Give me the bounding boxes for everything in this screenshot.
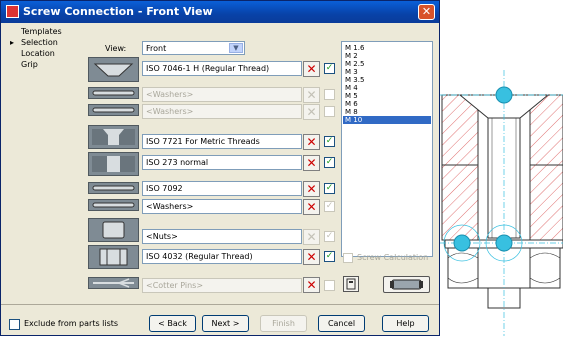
- nut-icon: [102, 221, 125, 239]
- remove-countersink-button[interactable]: ✕: [303, 134, 320, 150]
- thread-size-list[interactable]: M 1.6 M 2 M 2.5 M 3 M 3.5 M 4 M 5 M 6 M …: [341, 41, 433, 257]
- nav-item-label: Selection: [21, 38, 58, 47]
- screw-checkbox[interactable]: ✓: [324, 63, 335, 74]
- hole-checkbox[interactable]: ✓: [324, 157, 335, 168]
- washer-thumbnail[interactable]: [88, 182, 139, 194]
- view-select[interactable]: Front ▼: [142, 41, 245, 55]
- list-item[interactable]: M 3.5: [343, 76, 431, 84]
- countersunk-hole-thumbnail[interactable]: [88, 125, 139, 149]
- remove-washer-3-button[interactable]: ✕: [303, 181, 320, 197]
- checkbox-box[interactable]: [9, 319, 20, 330]
- remove-nut-button[interactable]: ✕: [303, 229, 320, 245]
- list-item[interactable]: M 4: [343, 84, 431, 92]
- calculator-icon: [346, 278, 356, 290]
- hex-nut-thumbnail[interactable]: [88, 245, 139, 269]
- app-icon: [6, 5, 19, 18]
- countersink-field[interactable]: ISO 7721 For Metric Threads: [142, 134, 302, 149]
- washer-thumbnail[interactable]: [88, 87, 139, 99]
- next-button[interactable]: Next >: [202, 315, 249, 332]
- nav-item-label: Templates: [21, 27, 62, 36]
- help-button[interactable]: Help: [382, 315, 429, 332]
- hex-nut-field[interactable]: ISO 4032 (Regular Thread): [142, 249, 302, 264]
- screw-calculation-label: Screw Calculation: [357, 253, 429, 262]
- view-select-value: Front: [146, 44, 167, 53]
- nut-field[interactable]: <Nuts>: [142, 229, 302, 244]
- remove-washer-1-button[interactable]: ✕: [303, 87, 320, 103]
- washer-field-1[interactable]: <Washers>: [142, 87, 302, 102]
- washer-icon: [92, 107, 135, 113]
- screw-connection-drawing: [440, 70, 563, 336]
- threaded-hole-thumbnail[interactable]: [88, 152, 139, 176]
- cancel-button[interactable]: Cancel: [318, 315, 365, 332]
- exclude-label: Exclude from parts lists: [24, 319, 119, 328]
- cotter-pin-field[interactable]: <Cotter Pins>: [142, 278, 302, 293]
- close-button[interactable]: ✕: [418, 4, 435, 20]
- washer-field-2[interactable]: <Washers>: [142, 104, 302, 119]
- threaded-hole-icon: [92, 156, 135, 172]
- screw-connection-dialog: Screw Connection - Front View ✕ Template…: [0, 0, 440, 336]
- countersunk-screw-icon: [93, 63, 134, 77]
- checkbox-box[interactable]: [343, 253, 353, 263]
- view-label: View:: [105, 44, 127, 53]
- list-item-selected[interactable]: M 10: [343, 116, 431, 124]
- cotter-pin-checkbox[interactable]: [324, 280, 335, 291]
- hole-field[interactable]: ISO 273 normal: [142, 155, 302, 170]
- washer-icon: [92, 185, 135, 191]
- cotter-pin-icon: [93, 278, 134, 288]
- remove-hex-nut-button[interactable]: ✕: [303, 249, 320, 265]
- list-item[interactable]: M 2: [343, 52, 431, 60]
- bolt-preview-icon: [390, 279, 423, 290]
- nav-item-selection[interactable]: ▸ Selection: [5, 38, 83, 49]
- washer-icon: [92, 202, 135, 208]
- nav-item-templates[interactable]: Templates: [5, 27, 83, 38]
- screw-field[interactable]: ISO 7046-1 H (Regular Thread): [142, 61, 302, 76]
- cotter-pin-thumbnail[interactable]: [88, 277, 139, 289]
- preview-button[interactable]: [383, 276, 430, 293]
- hex-nut-icon: [99, 248, 128, 266]
- nut-thumbnail[interactable]: [88, 218, 139, 242]
- washer-icon: [92, 90, 135, 96]
- active-marker-icon: ▸: [10, 38, 15, 47]
- washer-3-checkbox[interactable]: ✓: [324, 183, 335, 194]
- chevron-down-icon[interactable]: ▼: [229, 43, 243, 53]
- window-title: Screw Connection - Front View: [23, 5, 213, 18]
- washer-thumbnail[interactable]: [88, 199, 139, 211]
- list-item[interactable]: M 3: [343, 68, 431, 76]
- back-button[interactable]: < Back: [149, 315, 196, 332]
- remove-hole-button[interactable]: ✕: [303, 155, 320, 171]
- washer-field-4[interactable]: <Washers>: [142, 199, 302, 214]
- list-item[interactable]: M 1.6: [343, 44, 431, 52]
- nut-checkbox[interactable]: ✓: [324, 231, 335, 242]
- hex-nut-checkbox[interactable]: ✓: [324, 251, 335, 262]
- list-item[interactable]: M 6: [343, 100, 431, 108]
- finish-button[interactable]: Finish: [260, 315, 307, 332]
- washer-1-checkbox[interactable]: [324, 89, 335, 100]
- nav-item-location[interactable]: Location: [5, 49, 83, 60]
- washer-field-3[interactable]: ISO 7092: [142, 181, 302, 196]
- remove-screw-button[interactable]: ✕: [303, 61, 320, 77]
- list-item[interactable]: M 2.5: [343, 60, 431, 68]
- nav-item-label: Grip: [21, 60, 38, 69]
- countersink-checkbox[interactable]: ✓: [324, 136, 335, 147]
- nav-item-grip[interactable]: Grip: [5, 60, 83, 71]
- divider: [1, 304, 439, 305]
- remove-washer-4-button[interactable]: ✕: [303, 199, 320, 215]
- remove-cotter-pin-button[interactable]: ✕: [303, 277, 320, 293]
- countersunk-screw-thumbnail[interactable]: [88, 57, 139, 82]
- countersunk-hole-icon: [92, 129, 135, 145]
- list-item[interactable]: M 8: [343, 108, 431, 116]
- washer-thumbnail[interactable]: [88, 104, 139, 116]
- title-bar[interactable]: Screw Connection - Front View ✕: [1, 1, 439, 23]
- washer-4-checkbox[interactable]: ✓: [324, 201, 335, 212]
- calculator-button[interactable]: [343, 276, 359, 292]
- list-item[interactable]: M 5: [343, 92, 431, 100]
- nav-item-label: Location: [21, 49, 55, 58]
- remove-washer-2-button[interactable]: ✕: [303, 104, 320, 120]
- cad-drawing: [440, 0, 563, 336]
- washer-2-checkbox[interactable]: [324, 106, 335, 117]
